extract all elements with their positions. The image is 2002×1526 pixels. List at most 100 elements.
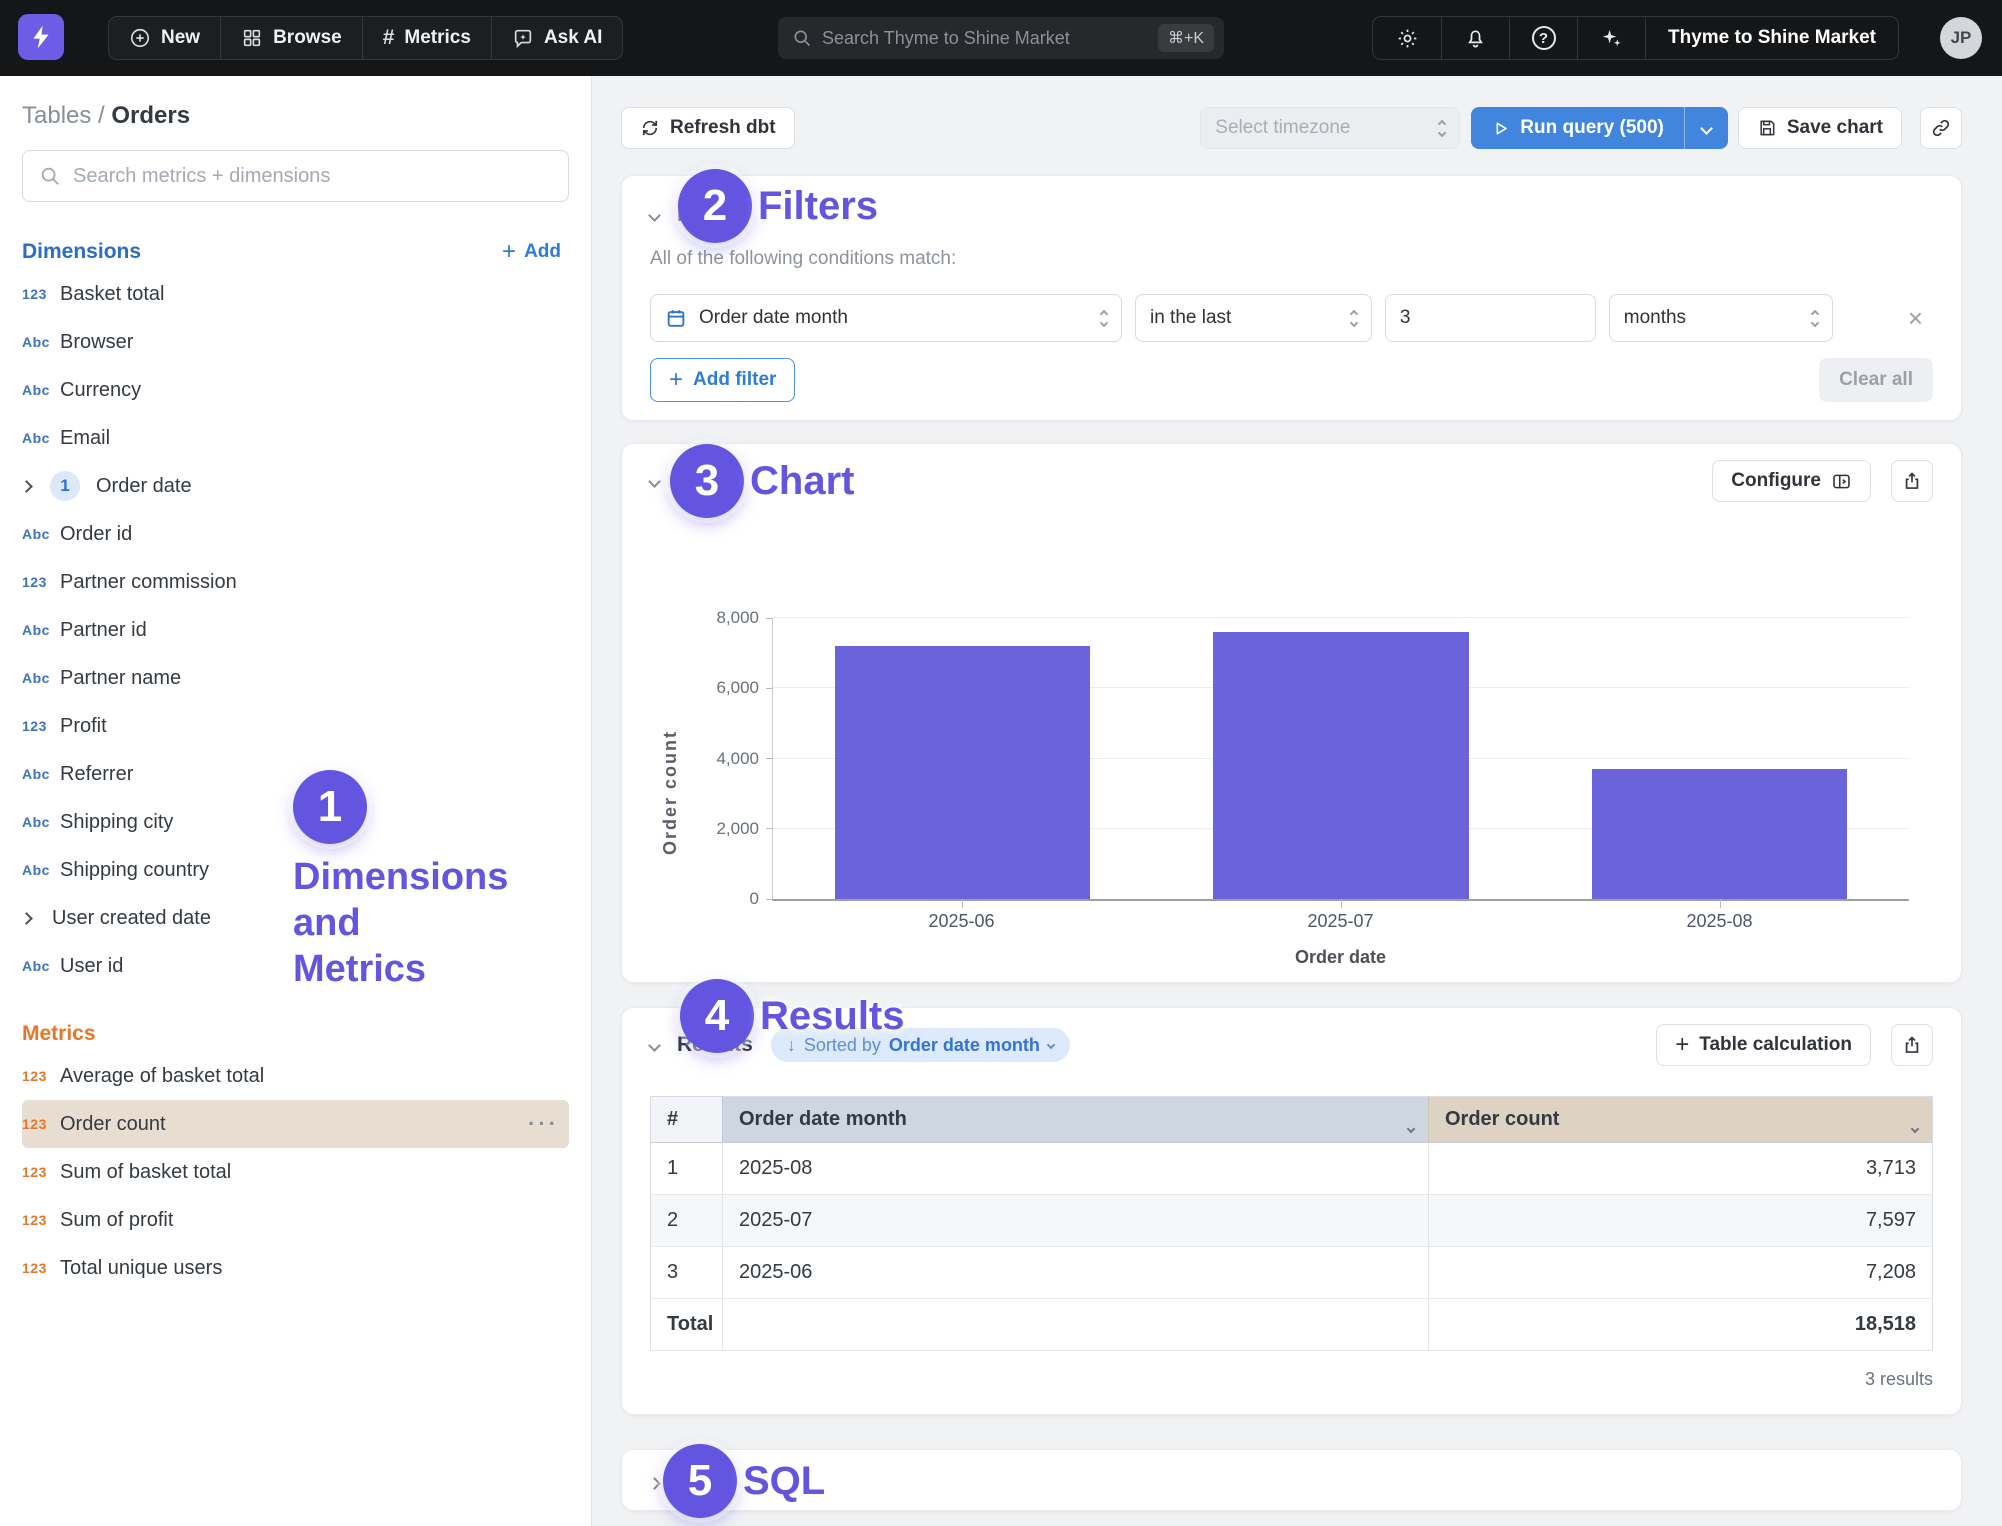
plus-icon: +: [669, 366, 683, 394]
sidebar-item-order-count[interactable]: 123Order count···: [22, 1100, 569, 1148]
cell-order-count[interactable]: 3,713: [1429, 1143, 1933, 1195]
x-tick-label: 2025-08: [1686, 911, 1752, 932]
filter-unit-select[interactable]: months: [1609, 294, 1833, 342]
chevron-down-icon[interactable]: [1408, 1115, 1414, 1138]
clear-all-button[interactable]: Clear all: [1819, 358, 1933, 402]
table-row[interactable]: 22025-077,597: [651, 1195, 1933, 1247]
panel-icon: [1831, 471, 1852, 492]
settings-button[interactable]: [1373, 17, 1441, 59]
ai-assistant-button[interactable]: [1577, 17, 1645, 59]
sidebar-item-user-id[interactable]: AbcUser id: [22, 942, 569, 990]
notifications-button[interactable]: [1441, 17, 1509, 59]
sidebar-item-sum-of-basket-total[interactable]: 123Sum of basket total: [22, 1148, 569, 1196]
chevron-down-icon[interactable]: [1912, 1115, 1918, 1138]
export-results-button[interactable]: [1891, 1024, 1933, 1066]
breadcrumb-tables[interactable]: Tables: [22, 102, 91, 129]
remove-filter-button[interactable]: ×: [1898, 300, 1933, 336]
bar-chart: Order count 02,0004,0006,0008,000 2025-0…: [650, 618, 1933, 968]
number-type-icon: 123: [22, 286, 60, 302]
share-link-button[interactable]: [1920, 107, 1962, 149]
sidebar-item-partner-id[interactable]: AbcPartner id: [22, 606, 569, 654]
sidebar-item-total-unique-users[interactable]: 123Total unique users: [22, 1244, 569, 1292]
sidebar-item-referrer[interactable]: AbcReferrer: [22, 750, 569, 798]
user-avatar[interactable]: JP: [1940, 17, 1982, 59]
number-type-icon: 123: [22, 718, 60, 734]
column-header-order-count[interactable]: Order count: [1429, 1097, 1933, 1143]
string-type-icon: Abc: [22, 430, 60, 446]
bar-2025-08[interactable]: [1592, 769, 1848, 899]
chevron-right-icon[interactable]: [22, 914, 50, 923]
save-icon: [1757, 118, 1777, 138]
run-query-options-button[interactable]: [1684, 107, 1728, 149]
run-query-button[interactable]: Run query (500): [1471, 107, 1728, 149]
help-button[interactable]: ?: [1509, 17, 1577, 59]
nav-item-browse[interactable]: Browse: [220, 17, 362, 59]
sidebar-item-average-of-basket-total[interactable]: 123Average of basket total: [22, 1052, 569, 1100]
results-section: Results ↓ Sorted by Order date month + T…: [621, 1007, 1962, 1415]
export-chart-button[interactable]: [1891, 460, 1933, 502]
more-options-icon[interactable]: ···: [528, 1111, 559, 1137]
add-dimension-button[interactable]: + Add: [502, 240, 561, 264]
cell-order-date-month[interactable]: 2025-07: [723, 1195, 1429, 1247]
cell-order-date-month[interactable]: 2025-06: [723, 1247, 1429, 1299]
chevron-right-icon[interactable]: [22, 482, 50, 491]
cell-order-count[interactable]: 7,208: [1429, 1247, 1933, 1299]
hash-icon: #: [383, 26, 395, 50]
calendar-icon: [665, 307, 687, 329]
sidebar-item-shipping-country[interactable]: AbcShipping country: [22, 846, 569, 894]
nav-item-metrics[interactable]: # Metrics: [362, 17, 491, 59]
expand-sql-icon[interactable]: [650, 1479, 659, 1488]
breadcrumb: Tables / Orders: [0, 76, 591, 130]
filter-rule-row: Order date month in the last months ×: [650, 294, 1933, 342]
table-calculation-button[interactable]: + Table calculation: [1656, 1024, 1871, 1066]
sidebar-item-order-id[interactable]: AbcOrder id: [22, 510, 569, 558]
add-filter-button[interactable]: + Add filter: [650, 358, 795, 402]
table-row[interactable]: 32025-067,208: [651, 1247, 1933, 1299]
dimensions-heading: Dimensions: [22, 240, 141, 264]
sidebar-item-browser[interactable]: AbcBrowser: [22, 318, 569, 366]
fields-search[interactable]: [22, 150, 569, 202]
sidebar-item-user-created-date[interactable]: User created date: [22, 894, 569, 942]
fields-search-input[interactable]: [73, 165, 552, 188]
select-chevrons-icon: [1351, 311, 1357, 326]
bar-2025-06[interactable]: [835, 646, 1091, 899]
y-tick-label: 2,000: [689, 819, 759, 839]
sidebar-item-currency[interactable]: AbcCurrency: [22, 366, 569, 414]
plus-icon: +: [502, 240, 516, 264]
y-tick: [766, 758, 773, 759]
sidebar-item-partner-commission[interactable]: 123Partner commission: [22, 558, 569, 606]
refresh-dbt-button[interactable]: Refresh dbt: [621, 107, 795, 149]
sidebar-item-profit[interactable]: 123Profit: [22, 702, 569, 750]
filter-field-select[interactable]: Order date month: [650, 294, 1122, 342]
timezone-select[interactable]: Select timezone: [1200, 107, 1460, 149]
cell-order-count[interactable]: 7,597: [1429, 1195, 1933, 1247]
global-search[interactable]: ⌘+K: [778, 17, 1224, 59]
table-row[interactable]: 12025-083,713: [651, 1143, 1933, 1195]
sidebar-item-basket-total[interactable]: 123Basket total: [22, 270, 569, 318]
column-header-order-date-month[interactable]: Order date month: [723, 1097, 1429, 1143]
sidebar-item-shipping-city[interactable]: AbcShipping city: [22, 798, 569, 846]
app-logo[interactable]: [18, 14, 64, 60]
top-navbar: New Browse # Metrics Ask AI ⌘+K: [0, 0, 2002, 76]
sidebar-item-sum-of-profit[interactable]: 123Sum of profit: [22, 1196, 569, 1244]
nav-item-new[interactable]: New: [109, 17, 220, 59]
sidebar-item-email[interactable]: AbcEmail: [22, 414, 569, 462]
chart-plot-area: 02,0004,0006,0008,000: [772, 618, 1909, 901]
collapse-results-icon[interactable]: [650, 1041, 659, 1050]
global-search-input[interactable]: [822, 28, 1148, 49]
filter-operator-select[interactable]: in the last: [1135, 294, 1372, 342]
bar-2025-07[interactable]: [1213, 632, 1469, 899]
configure-chart-button[interactable]: Configure: [1712, 460, 1871, 502]
collapse-chart-icon[interactable]: [650, 477, 659, 486]
gear-icon: [1396, 27, 1419, 50]
sidebar-item-order-date[interactable]: 1Order date: [22, 462, 569, 510]
org-switcher[interactable]: Thyme to Shine Market: [1645, 17, 1898, 59]
y-tick: [766, 828, 773, 829]
filter-value-field[interactable]: [1386, 295, 1596, 341]
sidebar-item-partner-name[interactable]: AbcPartner name: [22, 654, 569, 702]
sorted-by-chip[interactable]: ↓ Sorted by Order date month: [771, 1028, 1070, 1062]
collapse-filters-icon[interactable]: [650, 211, 659, 220]
save-chart-button[interactable]: Save chart: [1738, 107, 1902, 149]
nav-item-ask-ai[interactable]: Ask AI: [491, 17, 622, 59]
cell-order-date-month[interactable]: 2025-08: [723, 1143, 1429, 1195]
